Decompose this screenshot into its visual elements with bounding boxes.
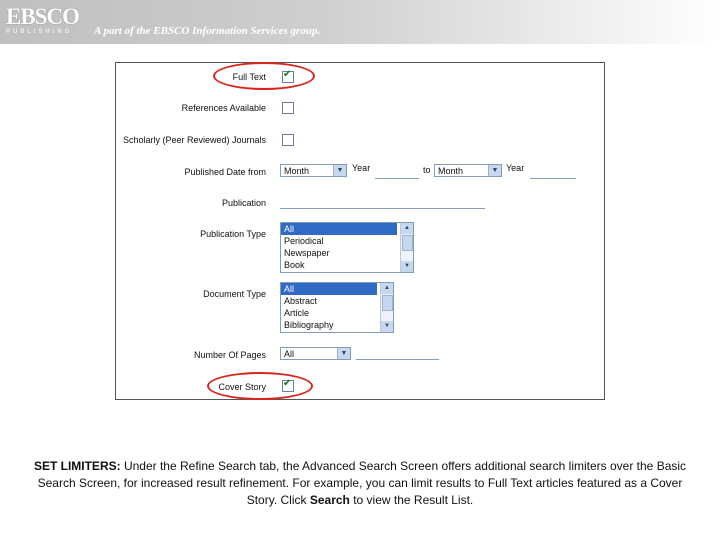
publication-type-list[interactable]: All Periodical Newspaper Book ▲ ▼ [280, 222, 414, 273]
scroll-thumb[interactable] [402, 235, 413, 251]
publication-input[interactable] [280, 194, 485, 209]
to-label: to [423, 165, 431, 175]
scholarly-checkbox[interactable] [282, 134, 294, 146]
publication-label: Publication [221, 198, 266, 208]
logo-subtext: PUBLISHING [6, 29, 73, 35]
published-date-label: Published Date from [184, 167, 266, 177]
scroll-thumb[interactable] [382, 295, 393, 311]
caption-search-word: Search [309, 493, 350, 507]
banner-tagline: A part of the EBSCO Information Services… [94, 25, 321, 37]
highlight-oval-cover-story [207, 372, 313, 400]
list-item[interactable]: Newspaper [281, 247, 397, 259]
scrollbar[interactable]: ▲ ▼ [380, 283, 393, 332]
publication-type-label: Publication Type [200, 229, 266, 239]
scroll-down-icon[interactable]: ▼ [401, 261, 413, 272]
month-from-select[interactable]: Month ▼ [280, 164, 347, 177]
list-item[interactable]: Bibliography [281, 319, 377, 331]
chevron-down-icon: ▼ [488, 165, 501, 176]
list-item[interactable]: All [281, 283, 377, 295]
instruction-caption: SET LIMITERS: Under the Refine Search ta… [30, 458, 690, 509]
number-of-pages-select[interactable]: All ▼ [280, 347, 351, 360]
number-of-pages-label: Number Of Pages [193, 350, 266, 360]
highlight-oval-full-text [213, 62, 315, 90]
list-item[interactable]: Periodical [281, 235, 397, 247]
logo-text: EBSCO [6, 4, 80, 29]
year-to-label: Year [506, 163, 525, 173]
number-of-pages-input[interactable] [356, 345, 439, 360]
year-to-input[interactable] [530, 164, 576, 179]
document-type-label: Document Type [203, 289, 266, 299]
ebsco-logo: EBSCO PUBLISHING [6, 4, 84, 36]
chevron-down-icon: ▼ [333, 165, 346, 176]
chevron-down-icon: ▼ [337, 348, 350, 359]
year-from-input[interactable] [375, 164, 419, 179]
scroll-up-icon[interactable]: ▲ [381, 283, 393, 294]
caption-title: SET LIMITERS: [33, 459, 121, 473]
month-from-value: Month [284, 166, 310, 176]
caption-text-2: to view the Result List. [349, 493, 474, 507]
list-item[interactable]: Article [281, 307, 377, 319]
month-to-value: Month [438, 166, 464, 176]
month-to-select[interactable]: Month ▼ [434, 164, 502, 177]
number-of-pages-value: All [284, 349, 295, 359]
ebsco-banner: EBSCO PUBLISHING A part of the EBSCO Inf… [0, 0, 720, 44]
list-item[interactable]: Abstract [281, 295, 377, 307]
list-item[interactable]: Book [281, 259, 397, 271]
document-type-list[interactable]: All Abstract Article Bibliography ▲ ▼ [280, 282, 394, 333]
scroll-up-icon[interactable]: ▲ [401, 223, 413, 234]
list-item[interactable]: All [281, 223, 397, 235]
scroll-down-icon[interactable]: ▼ [381, 321, 393, 332]
references-checkbox[interactable] [282, 102, 294, 114]
references-label: References Available [181, 103, 266, 113]
scrollbar[interactable]: ▲ ▼ [400, 223, 413, 272]
year-from-label: Year [352, 163, 371, 173]
limiters-panel: Full Text References Available Scholarly… [115, 62, 605, 400]
scholarly-label: Scholarly (Peer Reviewed) Journals [122, 135, 266, 145]
